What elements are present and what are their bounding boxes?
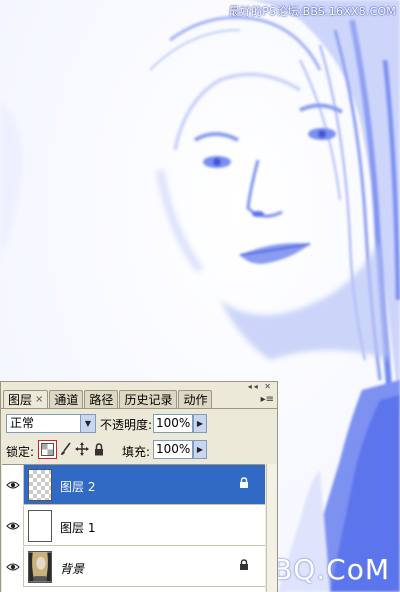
lock-all-icon[interactable] (92, 442, 106, 456)
tab-label: 通道 (54, 392, 79, 407)
tab-label: 路径 (89, 392, 114, 407)
tab-history[interactable]: 历史记录 (119, 390, 178, 408)
tab-label: 图层 (8, 393, 33, 407)
visibility-toggle[interactable] (2, 547, 24, 587)
layers-list: 图层 2 图层 1 背景 (2, 464, 265, 592)
layers-scrollbar[interactable] (266, 464, 277, 592)
tab-channels[interactable]: 通道 (49, 390, 84, 408)
layer-row[interactable]: 背景 (2, 547, 265, 587)
visibility-toggle[interactable] (2, 465, 24, 505)
lock-label: 锁定: (6, 445, 35, 459)
layers-panel: ◂◂ ✕ 图层 × 通道 路径 历史记录 动作 ▸≡ 正常 ▼ 不透明度: 10… (0, 381, 278, 592)
layer-name: 背景 (60, 562, 85, 576)
lock-icon (240, 559, 248, 570)
brush-icon[interactable] (59, 442, 73, 456)
layer-thumbnail (28, 510, 52, 542)
tabs-divider (1, 408, 277, 409)
opacity-input[interactable]: 100% (153, 414, 193, 433)
eye-icon (5, 563, 20, 571)
lock-row: 锁定: 填充: 100% ▶ (1, 440, 277, 460)
checker-icon (41, 443, 54, 456)
tab-paths[interactable]: 路径 (84, 390, 119, 408)
eye-icon (5, 481, 20, 489)
opacity-label: 不透明度: (100, 418, 153, 432)
panel-window-controls[interactable]: ◂◂ ✕ (248, 382, 273, 391)
layer-name: 图层 1 (60, 521, 96, 535)
fill-slider-button[interactable]: ▶ (193, 440, 207, 459)
eye-icon (5, 522, 20, 530)
opacity-slider-button[interactable]: ▶ (193, 414, 207, 433)
chevron-down-icon: ▼ (80, 415, 95, 432)
panel-topbar (1, 382, 277, 390)
move-icon[interactable] (75, 442, 89, 456)
visibility-toggle[interactable] (2, 506, 24, 546)
layer-name: 图层 2 (60, 480, 96, 494)
forum-watermark: 最好的PS论坛:BBS.16XX8.COM (228, 5, 396, 18)
tab-label: 动作 (183, 392, 208, 407)
lock-transparency-button[interactable] (38, 440, 57, 459)
close-icon[interactable]: × (35, 391, 43, 409)
tab-layers[interactable]: 图层 × (3, 390, 49, 409)
blend-mode-select[interactable]: 正常 ▼ (6, 414, 96, 433)
tab-actions[interactable]: 动作 (178, 390, 213, 408)
layer-thumbnail (28, 551, 52, 583)
lock-icon (240, 477, 248, 488)
blend-mode-value: 正常 (10, 416, 35, 430)
layer-row[interactable]: 图层 1 (2, 506, 265, 546)
tab-label: 历史记录 (124, 392, 173, 407)
layer-thumbnail (28, 469, 52, 501)
fill-input[interactable]: 100% (153, 440, 193, 459)
layer-row[interactable]: 图层 2 (2, 465, 265, 505)
panel-tabs: 图层 × 通道 路径 历史记录 动作 (3, 390, 213, 409)
fill-label: 填充: (122, 445, 151, 459)
panel-menu-icon[interactable]: ▸≡ (261, 394, 274, 405)
